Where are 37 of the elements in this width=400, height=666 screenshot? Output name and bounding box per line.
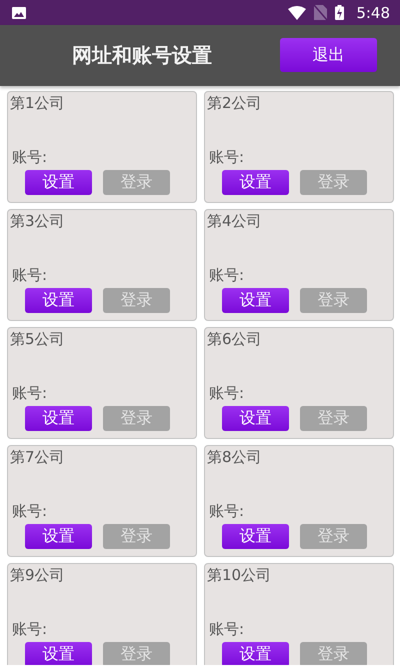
settings-button[interactable]: 设置 bbox=[222, 406, 289, 431]
company-name: 第2公司 bbox=[207, 94, 263, 113]
company-name: 第6公司 bbox=[207, 330, 263, 349]
settings-button[interactable]: 设置 bbox=[222, 642, 289, 665]
settings-button[interactable]: 设置 bbox=[25, 406, 92, 431]
account-label: 账号: bbox=[209, 384, 246, 403]
account-label: 账号: bbox=[12, 148, 48, 167]
no-sim-icon bbox=[314, 5, 328, 20]
settings-button[interactable]: 设置 bbox=[25, 642, 92, 665]
settings-button[interactable]: 设置 bbox=[222, 170, 289, 195]
account-label: 账号: bbox=[209, 148, 246, 167]
settings-button[interactable]: 设置 bbox=[222, 288, 289, 313]
company-name: 第9公司 bbox=[10, 566, 66, 585]
clock-time: 5:48 bbox=[356, 4, 390, 22]
company-name: 第8公司 bbox=[207, 448, 263, 467]
company-name: 第5公司 bbox=[10, 330, 66, 349]
company-name: 第4公司 bbox=[207, 212, 263, 231]
account-label: 账号: bbox=[209, 266, 246, 285]
company-name: 第7公司 bbox=[10, 448, 66, 467]
battery-charging-icon bbox=[335, 5, 344, 20]
settings-button[interactable]: 设置 bbox=[222, 524, 289, 549]
account-label: 账号: bbox=[12, 620, 48, 639]
company-name: 第10公司 bbox=[207, 566, 272, 585]
settings-button[interactable]: 设置 bbox=[25, 288, 92, 313]
account-label: 账号: bbox=[12, 502, 48, 521]
company-name: 第3公司 bbox=[10, 212, 66, 231]
wifi-icon bbox=[288, 6, 306, 20]
settings-button[interactable]: 设置 bbox=[25, 170, 92, 195]
account-label: 账号: bbox=[209, 502, 246, 521]
account-label: 账号: bbox=[12, 266, 48, 285]
settings-button[interactable]: 设置 bbox=[25, 524, 92, 549]
company-name: 第1公司 bbox=[10, 94, 66, 113]
image-icon bbox=[12, 6, 26, 18]
account-label: 账号: bbox=[12, 384, 48, 403]
page-title: 网址和账号设置 bbox=[72, 42, 212, 69]
exit-button[interactable]: 退出 bbox=[280, 38, 377, 72]
account-label: 账号: bbox=[209, 620, 246, 639]
